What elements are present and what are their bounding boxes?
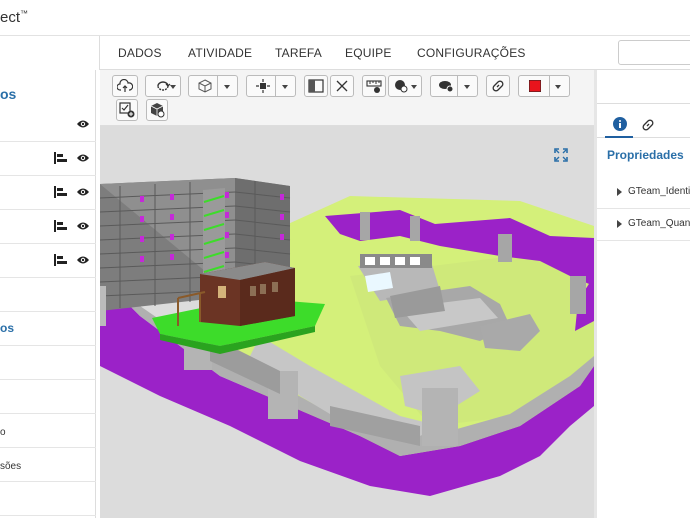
measure-icon <box>366 80 382 93</box>
eye-icon[interactable] <box>76 119 90 129</box>
sidebar-row[interactable] <box>0 346 96 380</box>
cloud-upload-icon <box>117 79 133 92</box>
link-icon <box>492 80 504 92</box>
rotate-view-icon <box>157 81 171 91</box>
panel-header <box>597 70 690 104</box>
rotate-view-button[interactable] <box>145 75 181 97</box>
properties-panel: Propriedades GTeam_Identit GTeam_Quant <box>597 70 690 518</box>
focus-button[interactable] <box>246 75 296 97</box>
link-button[interactable] <box>486 75 510 97</box>
expand-icon[interactable] <box>554 148 568 162</box>
sidebar-row[interactable] <box>0 414 96 448</box>
bar-chart-icon[interactable] <box>54 220 68 232</box>
close-icon <box>336 80 348 92</box>
sidebar-row[interactable] <box>0 210 96 244</box>
info-icon <box>613 117 627 131</box>
markup-button[interactable] <box>388 75 422 97</box>
bar-chart-icon[interactable] <box>54 254 68 266</box>
package-icon <box>150 103 165 118</box>
comment-icon <box>439 81 454 93</box>
package-button[interactable] <box>146 99 168 121</box>
sidebar-row[interactable] <box>0 108 96 142</box>
property-group-row[interactable]: GTeam_Quant <box>597 209 690 241</box>
bar-chart-icon[interactable] <box>54 186 68 198</box>
property-group-label: GTeam_Quant <box>628 218 690 229</box>
sidebar-row[interactable] <box>0 278 96 312</box>
cube-icon <box>198 79 212 93</box>
nav-equipe[interactable]: EQUIPE <box>345 46 392 60</box>
add-issue-button[interactable] <box>116 99 138 121</box>
chevron-down-icon <box>224 85 230 89</box>
nav-dados[interactable]: DADOS <box>118 46 162 60</box>
split-view-icon <box>308 79 324 93</box>
chevron-down-icon <box>282 85 288 89</box>
sidebar-row[interactable] <box>0 482 96 516</box>
chevron-down-icon <box>555 85 561 89</box>
viewer-toolbar <box>100 70 594 126</box>
divider <box>275 76 276 96</box>
color-swatch-icon <box>529 80 541 92</box>
sidebar-row[interactable] <box>0 244 96 278</box>
bar-chart-icon[interactable] <box>54 152 68 164</box>
properties-title: Propriedades <box>607 148 684 162</box>
top-bar: ect™ <box>0 0 690 36</box>
sidebar-row[interactable] <box>0 380 96 414</box>
nav-tarefa[interactable]: TAREFA <box>275 46 322 60</box>
link-icon[interactable] <box>641 118 655 132</box>
3d-viewport[interactable] <box>100 126 594 518</box>
main-nav: DADOS ATIVIDADE TAREFA EQUIPE CONFIGURAÇ… <box>0 36 690 70</box>
nav-spacer <box>0 36 100 70</box>
caret-right-icon <box>617 188 622 196</box>
caret-right-icon <box>617 220 622 228</box>
sidebar-item-label: sões <box>0 461 22 472</box>
divider <box>549 76 550 96</box>
chevron-down-icon <box>464 85 470 89</box>
comment-button[interactable] <box>430 75 478 97</box>
eye-icon[interactable] <box>76 153 90 163</box>
chevron-down-icon <box>170 85 176 89</box>
nav-atividade[interactable]: ATIVIDADE <box>188 46 252 60</box>
eye-icon[interactable] <box>76 255 90 265</box>
app-brand: ect™ <box>0 9 29 26</box>
measure-button[interactable] <box>362 75 386 97</box>
markup-icon <box>395 80 408 93</box>
cloud-upload-button[interactable] <box>112 75 138 97</box>
eye-icon[interactable] <box>76 187 90 197</box>
sidebar-title: os <box>0 86 17 102</box>
clear-button[interactable] <box>330 75 354 97</box>
split-view-button[interactable] <box>304 75 328 97</box>
crosshair-icon <box>256 79 270 93</box>
eye-icon[interactable] <box>76 221 90 231</box>
properties-tabs <box>597 112 690 138</box>
divider <box>217 76 218 96</box>
bim-model-scene[interactable] <box>100 126 594 518</box>
property-group-row[interactable]: GTeam_Identit <box>597 177 690 209</box>
sidebar-row[interactable] <box>0 176 96 210</box>
tab-info[interactable] <box>605 112 633 138</box>
nav-configuracoes[interactable]: CONFIGURAÇÕES <box>417 46 526 60</box>
left-sidebar: os os o sões <box>0 70 96 518</box>
divider <box>457 76 458 96</box>
sidebar-row[interactable] <box>0 142 96 176</box>
property-group-label: GTeam_Identit <box>628 186 690 197</box>
cube-view-button[interactable] <box>188 75 238 97</box>
search-input[interactable] <box>618 40 690 65</box>
add-issue-icon <box>119 102 135 118</box>
sidebar-row[interactable] <box>0 312 96 346</box>
sidebar-item-label: o <box>0 427 6 438</box>
color-picker-button[interactable] <box>518 75 570 97</box>
chevron-down-icon <box>411 85 417 89</box>
